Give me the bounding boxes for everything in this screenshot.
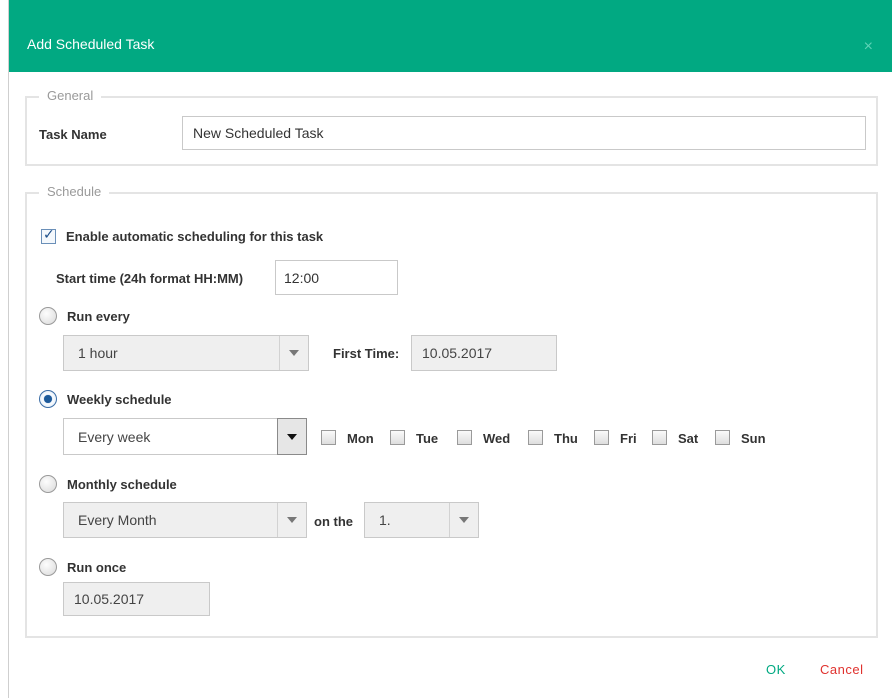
enable-scheduling-label: Enable automatic scheduling for this tas… — [66, 229, 324, 244]
monthly-day-select[interactable]: 1. — [364, 502, 479, 538]
run-once-label: Run once — [67, 560, 127, 575]
weekly-schedule-radio[interactable] — [39, 390, 57, 408]
day-fri-label: Fri — [620, 431, 637, 446]
on-the-label: on the — [314, 514, 353, 529]
day-mon-label: Mon — [347, 431, 374, 446]
day-sat-checkbox[interactable] — [652, 430, 667, 445]
day-sun-label: Sun — [741, 431, 766, 446]
monthly-schedule-radio[interactable] — [39, 475, 57, 493]
general-legend: General — [39, 88, 102, 103]
first-time-input[interactable]: 10.05.2017 — [411, 335, 557, 371]
day-sat-label: Sat — [678, 431, 699, 446]
day-thu-label: Thu — [554, 431, 578, 446]
day-thu-checkbox[interactable] — [528, 430, 543, 445]
day-fri-checkbox[interactable] — [594, 430, 609, 445]
monthly-schedule-label: Monthly schedule — [67, 477, 177, 492]
run-once-date-value: 10.05.2017 — [74, 591, 145, 607]
run-every-interval-value: 1 hour — [78, 345, 118, 361]
run-once-date-input[interactable]: 10.05.2017 — [63, 582, 210, 616]
dialog-title: Add Scheduled Task — [27, 36, 155, 52]
day-tue-label: Tue — [416, 431, 439, 446]
start-time-value: 12:00 — [284, 269, 320, 286]
cancel-button[interactable]: Cancel — [820, 662, 863, 677]
day-wed-checkbox[interactable] — [457, 430, 472, 445]
day-mon-checkbox[interactable] — [321, 430, 336, 445]
monthly-frequency-select[interactable]: Every Month — [63, 502, 307, 538]
weekly-frequency-value: Every week — [78, 428, 151, 445]
task-name-value: New Scheduled Task — [193, 125, 324, 141]
day-tue-checkbox[interactable] — [390, 430, 405, 445]
start-time-input[interactable]: 12:00 — [275, 260, 398, 295]
day-wed-label: Wed — [483, 431, 511, 446]
chevron-down-icon — [277, 503, 306, 537]
weekly-schedule-label: Weekly schedule — [67, 392, 172, 407]
run-every-interval-select[interactable]: 1 hour — [63, 335, 309, 371]
run-every-radio[interactable] — [39, 307, 57, 325]
task-name-input[interactable]: New Scheduled Task — [182, 116, 866, 150]
first-time-label: First Time: — [333, 346, 400, 361]
chevron-down-icon — [277, 418, 307, 455]
chevron-down-icon — [449, 503, 478, 537]
day-sun-checkbox[interactable] — [715, 430, 730, 445]
schedule-group — [25, 192, 878, 638]
task-name-label: Task Name — [39, 127, 107, 142]
weekly-frequency-select[interactable]: Every week — [63, 418, 307, 455]
enable-scheduling-checkbox[interactable] — [41, 227, 56, 244]
monthly-day-value: 1. — [379, 512, 391, 528]
dialog-header: Add Scheduled Task × — [9, 0, 892, 72]
chevron-down-icon — [279, 336, 308, 370]
run-once-radio[interactable] — [39, 558, 57, 576]
first-time-value: 10.05.2017 — [422, 345, 493, 361]
close-icon[interactable]: × — [864, 38, 873, 56]
start-time-label: Start time (24h format HH:MM) — [56, 271, 244, 286]
add-scheduled-task-dialog: Add Scheduled Task × General Task Name N… — [8, 0, 892, 698]
schedule-legend: Schedule — [39, 184, 110, 199]
ok-button[interactable]: OK — [766, 662, 786, 677]
monthly-frequency-value: Every Month — [78, 512, 157, 528]
run-every-label: Run every — [67, 309, 130, 324]
